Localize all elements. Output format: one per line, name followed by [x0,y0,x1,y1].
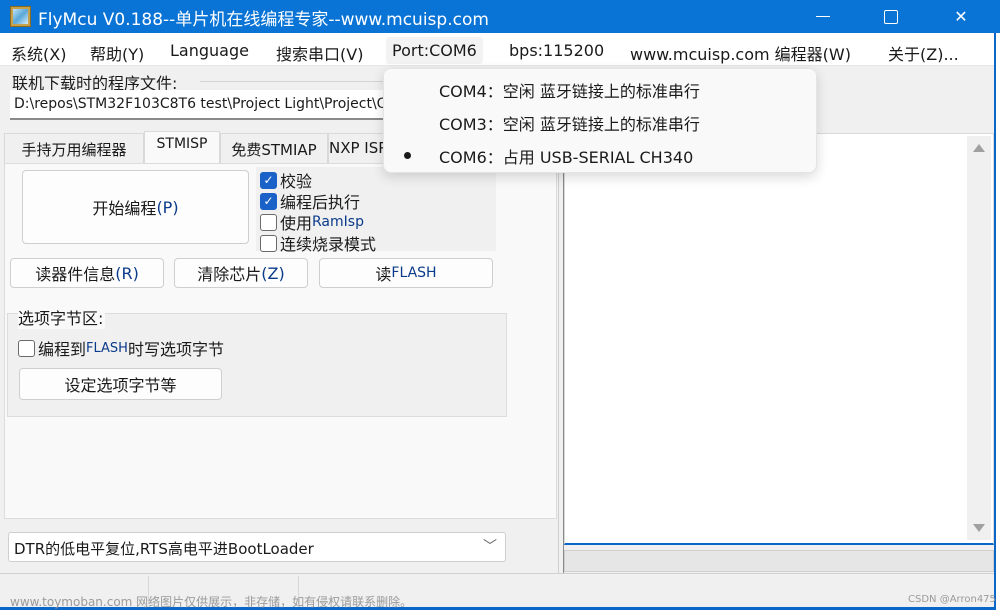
checkbox-unchecked-icon [260,234,277,252]
menu-about[interactable]: 关于(Z)... [888,41,959,65]
port-option-com6[interactable]: COM6：占用 USB-SERIAL CH340 [384,138,816,171]
menu-programmer[interactable]: www.mcuisp.com 编程器(W) [630,41,851,65]
option-bytes-group-label: 选项字节区: [18,305,106,329]
menu-search-port[interactable]: 搜索串口(V) [276,41,363,65]
reset-mode-value: DTR的低电平复位,RTS高电平进BootLoader [14,540,314,558]
menu-language[interactable]: Language [170,41,249,60]
checkbox-unchecked-icon [18,339,35,357]
program-file-path: D:\repos\STM32F103C8T6 test\Project Ligh… [14,96,385,112]
port-option-label: COM6：占用 USB-SERIAL CH340 [439,148,694,167]
port-option-com3[interactable]: COM3：空闲 蓝牙链接上的标准串行 [384,105,816,138]
options-checkbox-group: ✓ 校验 ✓ 编程后执行 使用 RamIsp 连续烧录模式 [256,167,496,254]
title-bar: FlyMcu V0.188--单片机在线编程专家--www.mcuisp.com… [0,0,1000,33]
window-border [994,33,1000,610]
read-device-info-label: 读器件信息 [35,265,116,284]
minimize-icon [816,15,830,18]
erase-chip-label: 清除芯片 [197,265,262,284]
tab-handheld-programmer[interactable]: 手持万用编程器 [4,133,144,163]
log-output[interactable] [564,133,994,545]
close-button[interactable]: ✕ [934,0,988,33]
port-option-label: COM3：空闲 蓝牙链接上的标准串行 [439,115,700,134]
read-flash-button[interactable]: 读 FLASH [319,258,493,288]
selected-bullet-icon [404,152,411,159]
chevron-down-icon: ﹀ [483,539,497,555]
read-device-info-button[interactable]: 读器件信息 (R) [10,258,164,288]
write-option-bytes-checkbox[interactable]: 编程到 FLASH 时写选项字节 [18,336,224,360]
checkbox-checked-icon: ✓ [260,192,277,210]
checkbox-checked-icon: ✓ [260,171,277,189]
erase-chip-button[interactable]: 清除芯片 (Z) [174,258,308,288]
scroll-down-arrow-icon[interactable] [973,524,985,532]
start-programming-label: 开始编程 [92,199,157,218]
erase-chip-shortcut: (Z) [261,263,285,283]
progress-bar [564,550,994,572]
read-flash-label: 读 [375,265,392,284]
read-flash-accent: FLASH [391,265,437,281]
maximize-icon [884,9,898,24]
file-group-divider [200,81,385,82]
menu-system[interactable]: 系统(X) [11,41,66,65]
set-option-bytes-button[interactable]: 设定选项字节等 [19,368,222,400]
menu-bar: 系统(X) 帮助(Y) Language 搜索串口(V) Port:COM6 b… [0,33,994,66]
start-programming-button[interactable]: 开始编程 (P) [22,170,249,244]
continuous-burn-checkbox[interactable]: 连续烧录模式 [260,231,376,255]
menu-port[interactable]: Port:COM6 [386,37,483,64]
program-file-input[interactable]: D:\repos\STM32F103C8T6 test\Project Ligh… [10,90,385,120]
scroll-up-arrow-icon[interactable] [973,144,985,152]
write-option-bytes-label-post: 时写选项字节 [127,340,224,359]
window-title: FlyMcu V0.188--单片机在线编程专家--www.mcuisp.com [38,10,489,30]
maximize-button[interactable] [864,0,918,33]
set-option-bytes-label: 设定选项字节等 [64,376,177,395]
checkbox-unchecked-icon [260,213,277,231]
menu-bps[interactable]: bps:115200 [509,41,604,60]
tab-free-stmiap[interactable]: 免费STMIAP [220,133,328,163]
app-logo-icon [10,6,31,27]
tab-nxp-isp[interactable]: NXP ISP [328,133,384,163]
tab-stmisp[interactable]: STMISP [144,131,220,163]
start-programming-shortcut: (P) [156,197,179,217]
write-option-bytes-accent: FLASH [86,340,128,356]
minimize-button[interactable] [796,0,850,33]
menu-help[interactable]: 帮助(Y) [90,41,144,65]
use-ramisp-accent: RamIsp [312,214,364,230]
log-scrollbar[interactable] [967,136,991,540]
port-dropdown-menu: COM4：空闲 蓝牙链接上的标准串行 COM3：空闲 蓝牙链接上的标准串行 CO… [383,68,817,173]
write-option-bytes-label-pre: 编程到 [38,340,87,359]
watermark-text: www.toymoban.com 网络图片仅供展示，非存储，如有侵权请联系删除。 [10,595,413,609]
read-device-info-shortcut: (R) [115,263,139,283]
reset-mode-select[interactable]: DTR的低电平复位,RTS高电平进BootLoader ﹀ [8,532,506,562]
port-option-com4[interactable]: COM4：空闲 蓝牙链接上的标准串行 [384,72,816,105]
port-option-label: COM4：空闲 蓝牙链接上的标准串行 [439,82,700,101]
continuous-burn-label: 连续烧录模式 [280,235,377,254]
credit-text: CSDN @Arron475 [908,594,996,605]
close-icon: ✕ [954,7,968,26]
